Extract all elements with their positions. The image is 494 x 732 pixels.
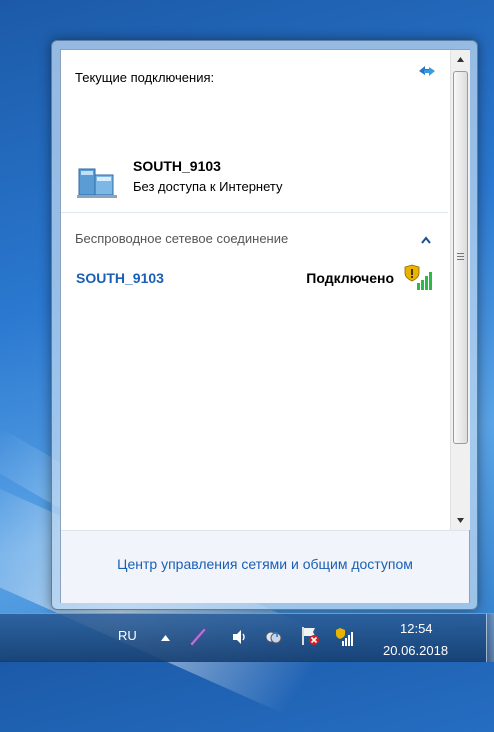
scroll-down-arrow-icon[interactable] [453,513,468,528]
hidden-list-item [75,524,445,528]
current-connections-title: Текущие подключения: [75,70,215,85]
wifi-network-name: SOUTH_9103 [76,270,164,286]
speaker-icon[interactable] [232,629,248,645]
wireless-section-title: Беспроводное сетевое соединение [75,231,289,246]
pen-icon[interactable] [188,626,208,646]
section-divider [61,212,448,213]
scroll-up-arrow-icon[interactable] [453,52,468,67]
network-name: SOUTH_9103 [133,158,221,174]
network-status: Без доступа к Интернету [133,179,283,194]
flyout-footer: Центр управления сетями и общим доступом [61,530,469,603]
refresh-icon[interactable] [416,62,438,80]
wifi-signal-shield-icon [404,264,432,290]
network-flyout: Текущие подключения: SOUTH_9103 Без дост… [51,40,478,610]
network-center-link[interactable]: Центр управления сетями и общим доступом [61,556,469,572]
taskbar: RU 12:54 20.06.2018 [0,613,494,662]
grip-icon [457,253,464,260]
show-desktop-button[interactable] [486,614,494,662]
scrollbar[interactable] [450,50,470,530]
tray-signal-icon[interactable] [335,627,355,647]
clock-time[interactable]: 12:54 [400,621,433,636]
chevron-up-icon[interactable] [421,236,431,244]
network-computer-icon [77,168,117,198]
show-hidden-icons-icon[interactable] [161,634,170,641]
action-center-flag-icon[interactable] [300,626,320,646]
wifi-connection-status: Подключено [306,270,394,286]
wifi-network-row[interactable]: SOUTH_9103 Подключено [65,262,440,292]
scroll-thumb[interactable] [453,71,468,444]
language-indicator[interactable]: RU [118,628,137,643]
clock-date[interactable]: 20.06.2018 [383,643,448,658]
connections-list: Текущие подключения: SOUTH_9103 Без дост… [61,50,448,530]
flyout-panel: Текущие подключения: SOUTH_9103 Без дост… [60,49,470,603]
sync-icon[interactable] [264,628,282,646]
